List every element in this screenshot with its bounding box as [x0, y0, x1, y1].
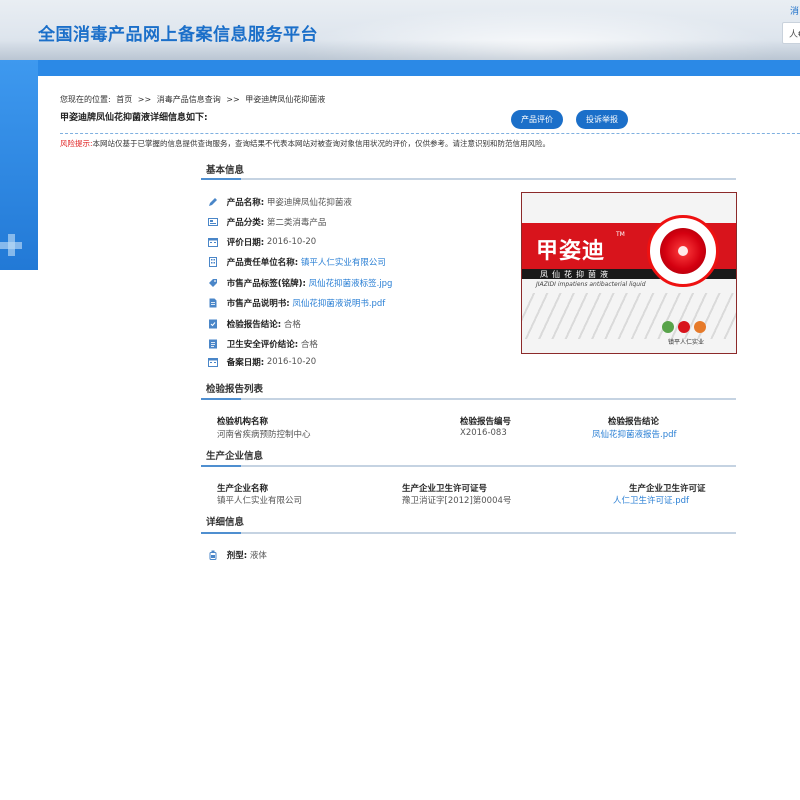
label-brand: 甲姿迪 — [536, 239, 606, 264]
info-row-label: 市售产品标签(铭牌): 凤仙花抑菌液标签.jpg — [208, 277, 392, 291]
report-header-number: 检验报告编号 — [460, 417, 512, 427]
label-company: 镇平人仁实业 — [668, 339, 705, 346]
section-divider — [201, 465, 736, 467]
document-icon — [209, 298, 217, 308]
info-row-manual: 市售产品说明书: 凤仙花抑菌液说明书.pdf — [208, 297, 385, 311]
label-trademark: TM — [616, 231, 625, 238]
label-product-name-en: JIAZIDI impatiens antibacterial liquid — [536, 281, 646, 288]
info-row-report-conclusion: 检验报告结论: 合格 — [208, 318, 301, 332]
risk-label: 风险提示: — [60, 139, 93, 148]
report-header-conclusion: 检验报告结论 — [608, 417, 660, 427]
report-header-agency: 检验机构名称 — [217, 417, 269, 427]
producer-header-license-no: 生产企业卫生许可证号 — [402, 484, 488, 494]
leaf-icon — [662, 321, 674, 333]
info-row-product-name: 产品名称: 甲姿迪牌凤仙花抑菌液 — [208, 196, 352, 210]
section-divider — [201, 178, 736, 180]
report-file-link[interactable]: 凤仙花抑菌液报告.pdf — [592, 428, 677, 440]
info-label: 产品责任单位名称: — [226, 258, 299, 268]
cross-decoration — [8, 234, 15, 256]
info-value: 合格 — [300, 340, 318, 350]
producer-name: 镇平人仁实业有限公司 — [217, 496, 303, 506]
section-title-detail: 详细信息 — [206, 517, 245, 528]
breadcrumb-current: 甲姿迪牌凤仙花抑菌液 — [245, 95, 326, 104]
info-value: 2016-10-20 — [266, 357, 317, 367]
label-file-link[interactable]: 凤仙花抑菌液标签.jpg — [309, 279, 393, 289]
info-value: 第二类消毒产品 — [266, 218, 327, 228]
breadcrumb-query[interactable]: 消毒产品信息查询 — [157, 95, 221, 104]
section-divider — [201, 532, 736, 534]
top-link[interactable]: 消 — [790, 4, 799, 17]
content-card: 您现在的位置: 首页 >> 消毒产品信息查询 >> 甲姿迪牌凤仙花抑菌液 甲姿迪… — [38, 76, 800, 800]
complaint-button[interactable]: 投诉举报 — [576, 110, 628, 129]
info-value: 2016-10-20 — [266, 237, 317, 247]
section-divider — [201, 398, 736, 400]
info-label: 市售产品标签(铭牌): — [226, 279, 306, 289]
detail-title: 甲姿迪牌凤仙花抑菌液详细信息如下: — [60, 113, 208, 123]
site-header: 全国消毒产品网上备案信息服务平台 消 人€ — [0, 0, 800, 62]
site-title[interactable]: 全国消毒产品网上备案信息服务平台 — [38, 20, 318, 45]
info-row-filing-date: 备案日期: 2016-10-20 — [208, 356, 316, 370]
banner-decoration — [0, 60, 38, 270]
info-label: 备案日期: — [226, 358, 265, 368]
report-icon — [209, 319, 217, 329]
risk-text: 本网站仅基于已掌握的信息提供查询服务，查询结果不代表本网站对被查询对象信用状况的… — [92, 139, 551, 148]
risk-notice: 风险提示:本网站仅基于已掌握的信息提供查询服务，查询结果不代表本网站对被查询对象… — [60, 138, 550, 149]
info-value: 甲姿迪牌凤仙花抑菌液 — [266, 198, 352, 208]
manual-file-link[interactable]: 凤仙花抑菌液说明书.pdf — [292, 299, 385, 309]
cross-icon — [678, 321, 690, 333]
shield-icon — [209, 339, 217, 349]
producer-license-no: 豫卫消证字[2012]第0004号 — [402, 496, 512, 506]
tag-icon — [209, 279, 217, 287]
breadcrumb-separator: >> — [137, 95, 152, 104]
producer-header-name: 生产企业名称 — [217, 484, 269, 494]
info-value: 合格 — [283, 320, 301, 330]
info-row-category: 产品分类: 第二类消毒产品 — [208, 216, 326, 230]
label-product-name: 凤仙花抑菌液 — [540, 270, 612, 279]
evaluate-button[interactable]: 产品评价 — [511, 110, 563, 129]
calendar-icon — [208, 358, 218, 367]
info-value: 液体 — [249, 551, 267, 561]
calendar-icon — [208, 238, 218, 247]
label-badges — [662, 321, 710, 336]
drop-icon — [694, 321, 706, 333]
category-icon — [208, 218, 218, 226]
report-agency: 河南省疾病预防控制中心 — [217, 430, 311, 440]
bottle-icon — [209, 550, 217, 560]
breadcrumb-separator: >> — [226, 95, 240, 104]
info-label: 评价日期: — [226, 238, 265, 248]
info-label: 剂型: — [226, 551, 248, 561]
info-row-eval-date: 评价日期: 2016-10-20 — [208, 236, 316, 250]
license-file-link[interactable]: 人仁卫生许可证.pdf — [613, 494, 689, 506]
info-label: 检验报告结论: — [226, 320, 282, 330]
info-label: 市售产品说明书: — [226, 299, 290, 309]
info-row-dosage-form: 剂型: 液体 — [208, 549, 267, 563]
report-number: X2016-083 — [460, 428, 507, 438]
breadcrumb-prefix: 您现在的位置: — [60, 95, 111, 104]
company-link[interactable]: 镇平人仁实业有限公司 — [301, 258, 386, 268]
pencil-icon — [209, 198, 217, 206]
building-icon — [209, 257, 217, 267]
section-title-reports: 检验报告列表 — [206, 384, 264, 395]
search-input[interactable]: 人€ — [782, 22, 800, 44]
breadcrumb: 您现在的位置: 首页 >> 消毒产品信息查询 >> 甲姿迪牌凤仙花抑菌液 — [60, 94, 328, 105]
section-title-producer: 生产企业信息 — [206, 451, 264, 462]
info-label: 产品名称: — [226, 198, 265, 208]
info-label: 卫生安全评价结论: — [226, 340, 299, 350]
producer-header-license: 生产企业卫生许可证 — [629, 484, 706, 494]
divider — [60, 133, 800, 134]
breadcrumb-home[interactable]: 首页 — [116, 95, 132, 104]
info-row-safety-conclusion: 卫生安全评价结论: 合格 — [208, 338, 318, 352]
flower-emblem — [647, 215, 719, 287]
info-row-company: 产品责任单位名称: 镇平人仁实业有限公司 — [208, 256, 386, 270]
info-label: 产品分类: — [226, 218, 265, 228]
section-title-basic: 基本信息 — [206, 165, 245, 176]
flower-icon — [660, 228, 706, 274]
product-label-image[interactable]: 甲姿迪 TM 凤仙花抑菌液 JIAZIDI impatiens antibact… — [521, 192, 737, 354]
page: 全国消毒产品网上备案信息服务平台 消 人€ 您现在的位置: 首页 >> 消毒产品… — [0, 0, 800, 800]
